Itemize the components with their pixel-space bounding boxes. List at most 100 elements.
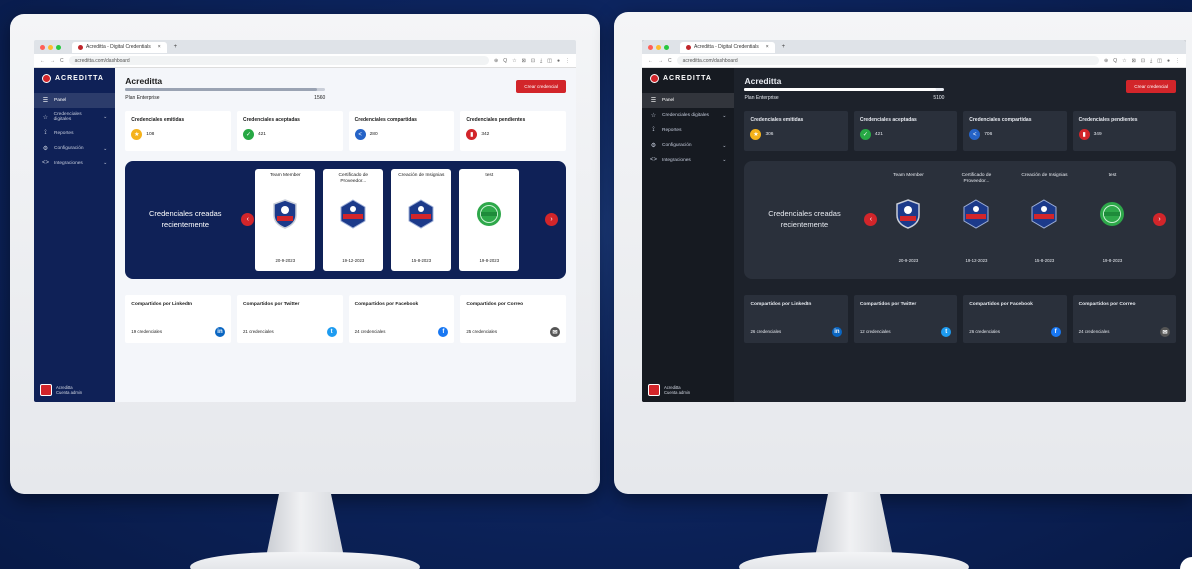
new-tab-button[interactable]: + xyxy=(782,44,786,50)
user-profile[interactable]: Acreditta Cuenta admin xyxy=(648,384,690,396)
credential-card[interactable]: Team Member 20-9-2023 xyxy=(255,169,316,271)
credential-card[interactable]: test 19-8-2023 xyxy=(1082,169,1142,271)
tab-close-icon[interactable]: × xyxy=(766,44,769,50)
share-count: 12 credenciales xyxy=(859,329,891,334)
browser-tabbar: Acreditta - Digital Credentials × + xyxy=(642,40,1186,54)
bookmark-icon[interactable]: ☆ xyxy=(1122,58,1126,64)
sidepanel-icon[interactable]: ◫ xyxy=(1157,58,1162,64)
stat-card-compartidas[interactable]: Credenciales compartidas <706 xyxy=(963,111,1067,151)
brand-name: ACREDITTA xyxy=(663,75,712,82)
maximize-window-dot[interactable] xyxy=(664,44,669,50)
brand[interactable]: ACREDITTA xyxy=(642,74,734,83)
stat-card-aceptadas[interactable]: Credenciales aceptadas ✓ 421 xyxy=(853,111,958,151)
user-profile[interactable]: Acreditta Cuenta admin xyxy=(40,384,82,396)
create-credential-button[interactable]: Crear credencial xyxy=(516,80,566,93)
credential-card[interactable]: Creación de Insignias 15-8-2023 xyxy=(391,169,452,271)
page-header: Acreditta Plan Enterprise 1560 Crear cre… xyxy=(125,76,566,101)
extension-icon[interactable]: ⊠ xyxy=(1132,58,1136,64)
profile-icon[interactable]: ● xyxy=(557,58,560,64)
menu-icon[interactable]: ⋮ xyxy=(565,58,570,64)
check-icon: ✓ xyxy=(859,129,871,140)
sidebar-item-reportes[interactable]: ⟟ Reportes xyxy=(642,123,734,138)
sidebar-item-reportes[interactable]: ⟟ Reportes xyxy=(34,126,115,141)
share-card-facebook[interactable]: Compartidos por Facebook 24 credenciales… xyxy=(348,295,455,343)
sidebar-item-label: Reportes xyxy=(54,131,74,136)
pending-icon: ▮ xyxy=(466,129,478,140)
zoom-icon[interactable]: ⊕ xyxy=(494,58,498,64)
sidebar-item-panel[interactable]: ☰ Panel xyxy=(642,93,735,108)
carousel-next-button[interactable]: › xyxy=(545,213,558,226)
address-bar[interactable]: acreditta.com/dashboard xyxy=(68,56,490,65)
stat-card-pendientes[interactable]: Credenciales pendientes ▮ 342 xyxy=(460,111,566,151)
sidepanel-icon[interactable]: ◫ xyxy=(547,58,552,64)
sidebar-item-panel[interactable]: ☰ Panel xyxy=(34,93,116,108)
browser-tab[interactable]: Acreditta - Digital Credentials × xyxy=(680,41,775,53)
cast-icon[interactable]: ⊡ xyxy=(531,58,535,64)
credential-card[interactable]: Creación de Insignias 15-8-2023 xyxy=(1014,169,1074,271)
promo-scene: Acreditta - Digital Credentials × + ← → … xyxy=(0,0,1192,569)
stat-card-compartidas[interactable]: Credenciales compartidas <280 xyxy=(348,111,455,151)
download-icon[interactable]: ⤓ xyxy=(540,58,542,64)
close-window-dot[interactable] xyxy=(648,44,653,50)
new-tab-button[interactable]: + xyxy=(174,44,178,50)
maximize-window-dot[interactable] xyxy=(56,44,61,50)
credential-name: Certificado de Proveedor... xyxy=(961,173,992,185)
plan-name: Plan Enterprise xyxy=(125,95,160,101)
chevron-down-icon: ⌄ xyxy=(722,112,727,119)
sidebar-item-label: Panel xyxy=(662,98,675,103)
search-icon[interactable]: Q xyxy=(1113,58,1117,64)
sidebar-item-integraciones[interactable]: <> Integraciones ⌄ xyxy=(34,156,115,170)
share-card-linkedin[interactable]: Compartidos por LinkedIn 26 credenciales… xyxy=(744,295,848,343)
carousel-prev-button[interactable]: ‹ xyxy=(241,213,255,226)
credential-card[interactable]: Certificado de Proveedor... 19-12-2023 xyxy=(946,169,1006,271)
close-window-dot[interactable] xyxy=(40,44,45,50)
tab-close-icon[interactable]: × xyxy=(158,44,161,50)
stat-card-emitidas[interactable]: Credenciales emitidas ★ 306 xyxy=(744,111,848,151)
stat-value: 706 xyxy=(984,132,993,137)
download-icon[interactable]: ⤓ xyxy=(1150,58,1152,64)
share-card-twitter[interactable]: Compartidos por Twitter 12 credenciales … xyxy=(853,295,958,343)
sidebar-item-integraciones[interactable]: <> Integraciones ⌄ xyxy=(642,153,734,167)
user-subtitle: Cuenta admin xyxy=(56,390,83,395)
extension-icon[interactable]: ⊠ xyxy=(522,58,526,64)
minimize-window-dot[interactable] xyxy=(656,44,661,50)
share-card-correo[interactable]: Compartidos por Correo 24 credenciales ✉ xyxy=(1072,295,1177,343)
stat-card-emitidas[interactable]: Credenciales emitidas ★ 108 xyxy=(125,111,231,151)
stat-card-aceptadas[interactable]: Credenciales aceptadas ✓ 421 xyxy=(236,111,343,151)
back-icon[interactable]: ← xyxy=(40,58,45,64)
chevron-down-icon: ⌄ xyxy=(722,142,727,149)
search-icon[interactable]: Q xyxy=(503,58,507,64)
brand[interactable]: ACREDITTA xyxy=(34,74,115,83)
credential-card[interactable]: Team Member 20-9-2023 xyxy=(878,169,938,271)
minimize-window-dot[interactable] xyxy=(48,44,53,50)
credential-card[interactable]: test 19-8-2023 xyxy=(459,169,520,271)
zoom-icon[interactable]: ⊕ xyxy=(1104,58,1108,64)
sidebar-item-configuracion[interactable]: ⚙ Configuración ⌄ xyxy=(34,141,115,156)
forward-icon[interactable]: → xyxy=(658,58,663,64)
sidebar-item-credenciales[interactable]: ☆ Credenciales digitales ⌄ xyxy=(642,108,734,123)
reload-icon[interactable]: C xyxy=(60,58,64,64)
share-card-facebook[interactable]: Compartidos por Facebook 26 credenciales… xyxy=(963,295,1067,343)
menu-icon[interactable]: ⋮ xyxy=(1175,58,1180,64)
credential-name: Creación de Insignias xyxy=(1021,173,1068,178)
sidebar-item-configuracion[interactable]: ⚙ Configuración ⌄ xyxy=(642,138,734,153)
carousel-title: Credenciales creadas recientemente xyxy=(149,209,222,229)
browser-tab[interactable]: Acreditta - Digital Credentials × xyxy=(72,41,167,53)
sidebar-item-credenciales[interactable]: ☆ Credenciales digitales ⌄ xyxy=(34,108,115,126)
bookmark-icon[interactable]: ☆ xyxy=(512,58,516,64)
back-icon[interactable]: ← xyxy=(648,58,653,64)
share-card-correo[interactable]: Compartidos por Correo 25 credenciales ✉ xyxy=(460,295,566,343)
carousel-next-button[interactable]: › xyxy=(1153,213,1166,226)
carousel-prev-button[interactable]: ‹ xyxy=(864,213,878,226)
address-bar[interactable]: acreditta.com/dashboard xyxy=(676,56,1100,65)
create-credential-button[interactable]: Crear credencial xyxy=(1126,80,1176,93)
stat-label: Credenciales aceptadas xyxy=(242,117,300,123)
credential-card[interactable]: Certificado de Proveedor... 19-12-2023 xyxy=(323,169,384,271)
reload-icon[interactable]: C xyxy=(668,58,672,64)
stat-card-pendientes[interactable]: Credenciales pendientes ▮ 349 xyxy=(1072,111,1177,151)
share-card-twitter[interactable]: Compartidos por Twitter 21 credenciales … xyxy=(236,295,343,343)
profile-icon[interactable]: ● xyxy=(1167,58,1170,64)
forward-icon[interactable]: → xyxy=(50,58,55,64)
cast-icon[interactable]: ⊡ xyxy=(1141,58,1145,64)
share-card-linkedin[interactable]: Compartidos por LinkedIn 19 credenciales… xyxy=(125,295,231,343)
